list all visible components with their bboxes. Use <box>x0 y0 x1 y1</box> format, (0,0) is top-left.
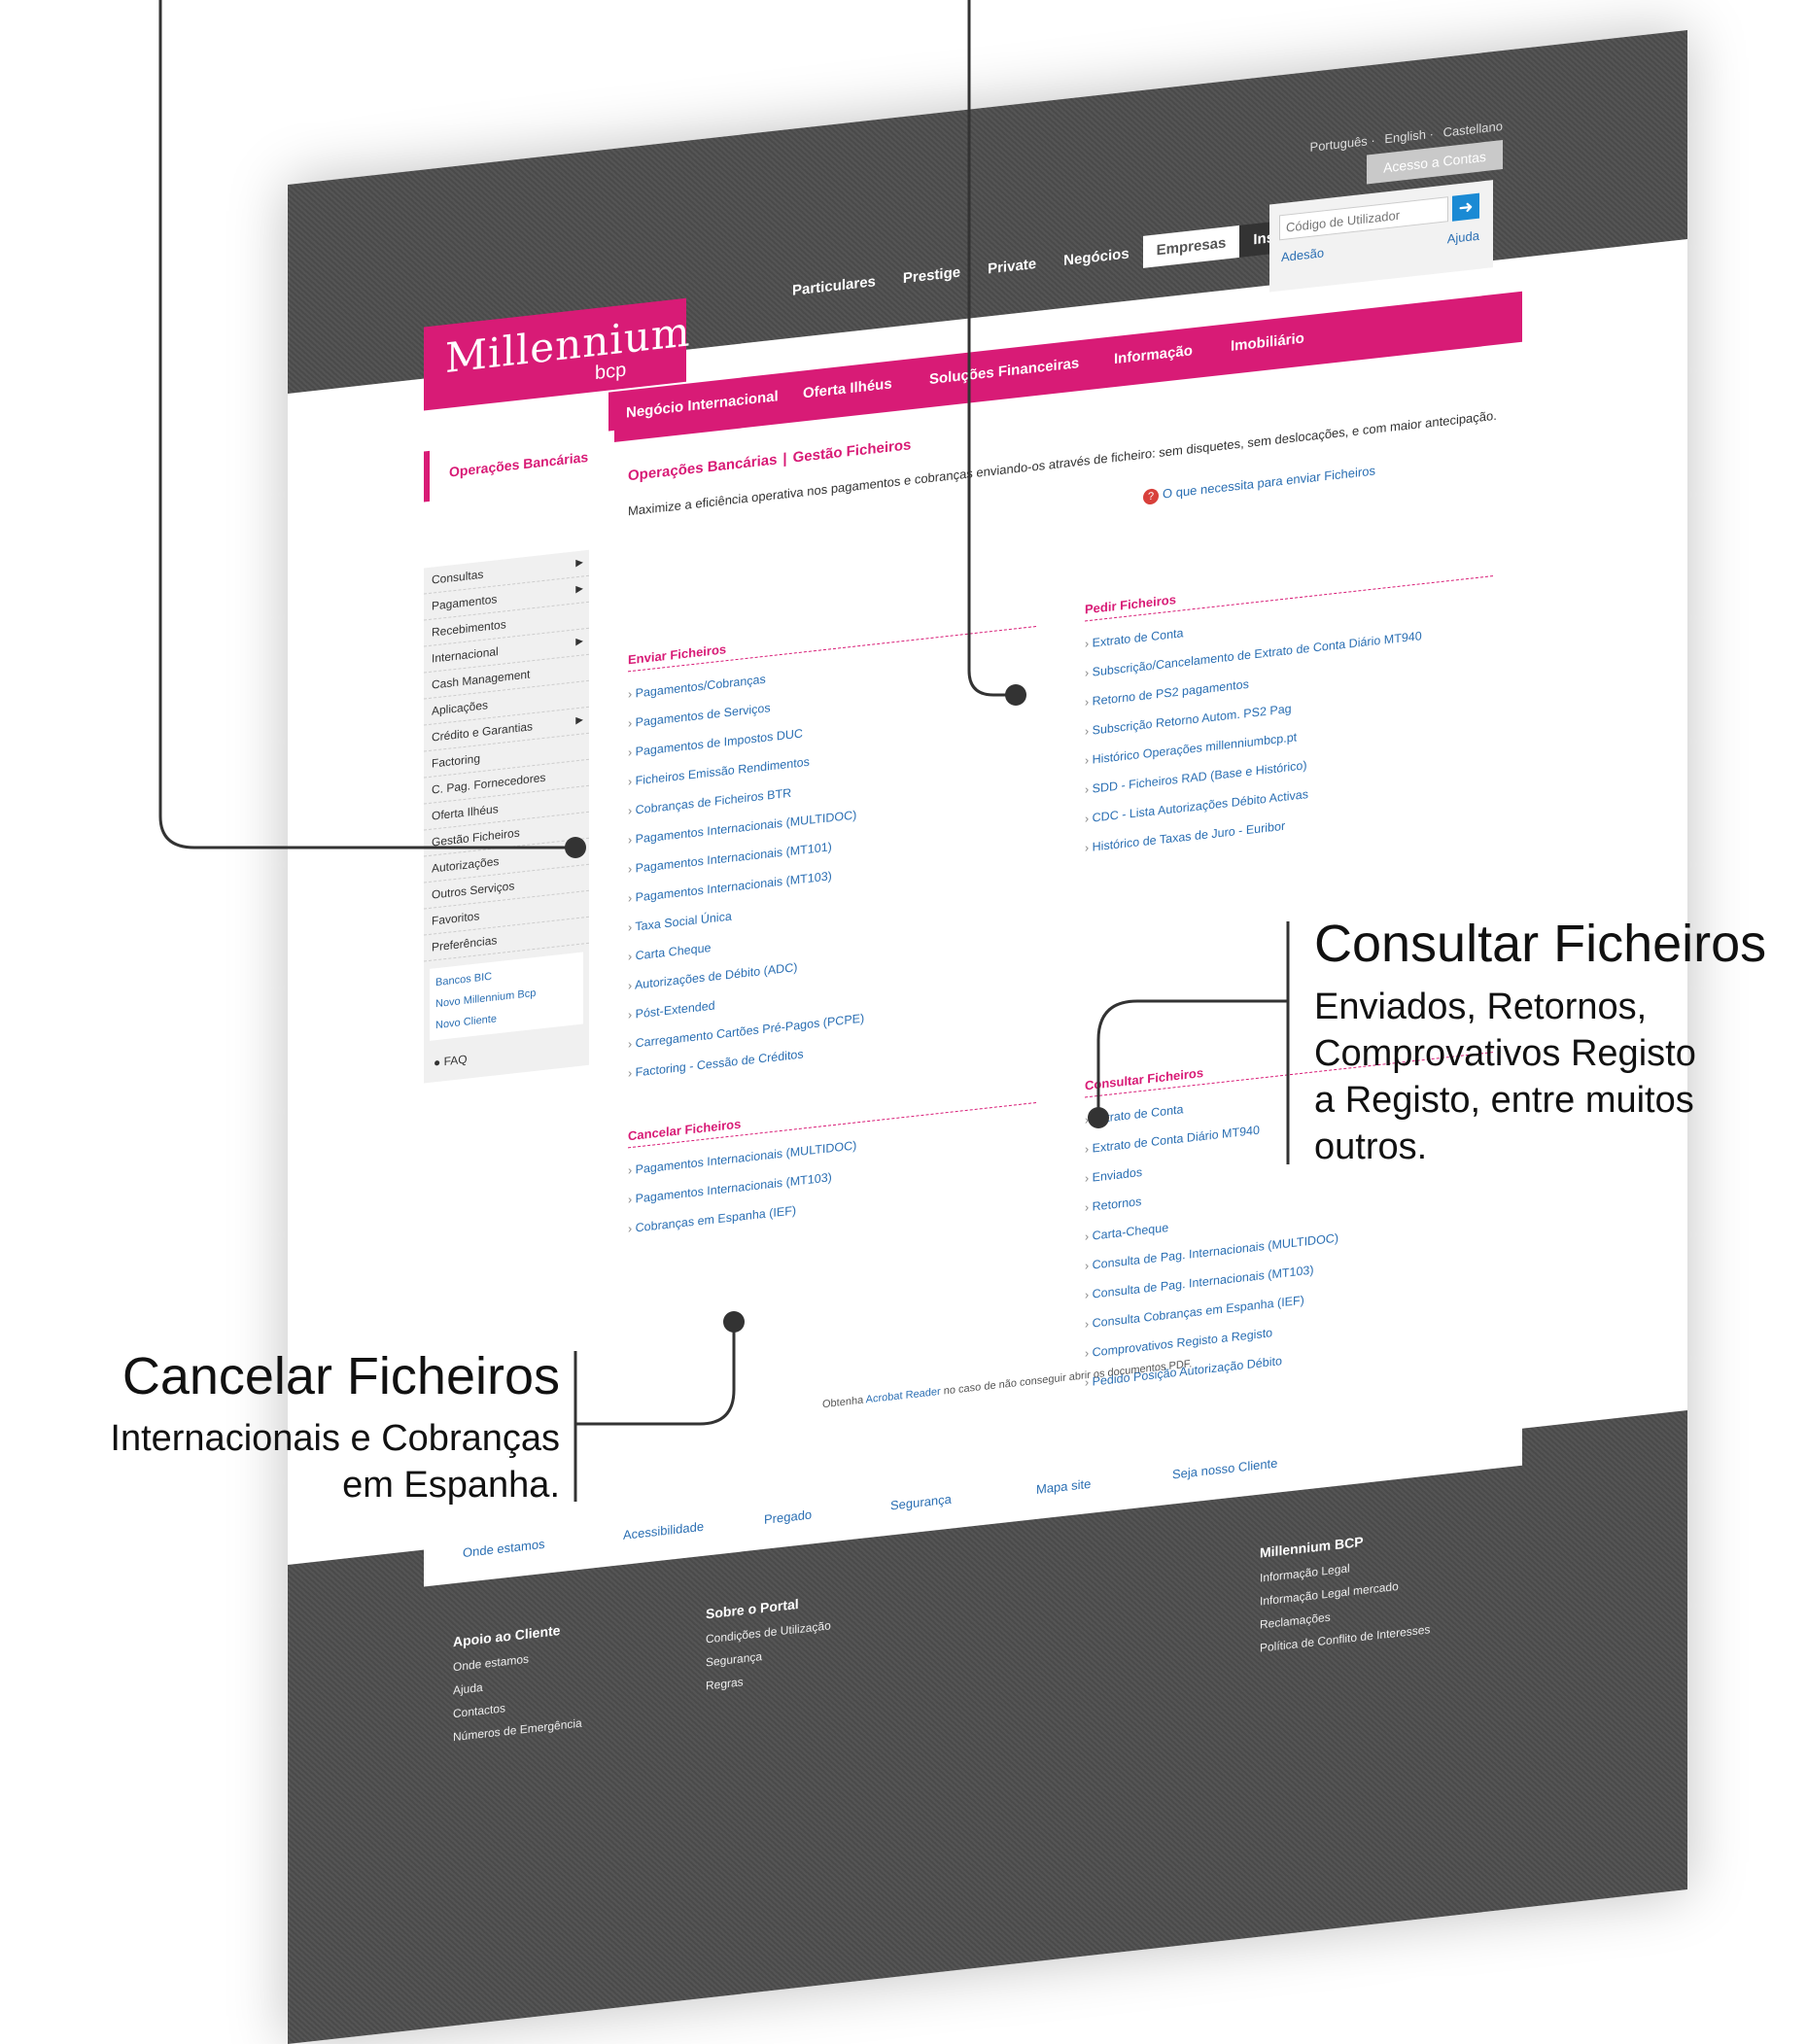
callout-line <box>158 0 575 849</box>
callout-dot <box>565 837 586 858</box>
callout-line <box>1096 999 1288 1116</box>
annotation-consultar-title: Consultar Ficheiros <box>1314 915 1767 973</box>
annotation-cancelar-title: Cancelar Ficheiros <box>122 1347 560 1405</box>
callout-line <box>967 0 1016 697</box>
callout-dot <box>1088 1107 1109 1128</box>
annotation-consultar-body: Enviados, Retornos, Comprovativos Regist… <box>1314 987 1696 1167</box>
scene: Português · English · Castellano Acesso … <box>0 0 1807 2044</box>
callout-dot <box>1005 684 1026 706</box>
annotation-cancelar-body: Internacionais e Cobranças em Espanha. <box>110 1418 560 1506</box>
callout-line <box>575 1322 736 1426</box>
callout-dot <box>723 1311 745 1333</box>
